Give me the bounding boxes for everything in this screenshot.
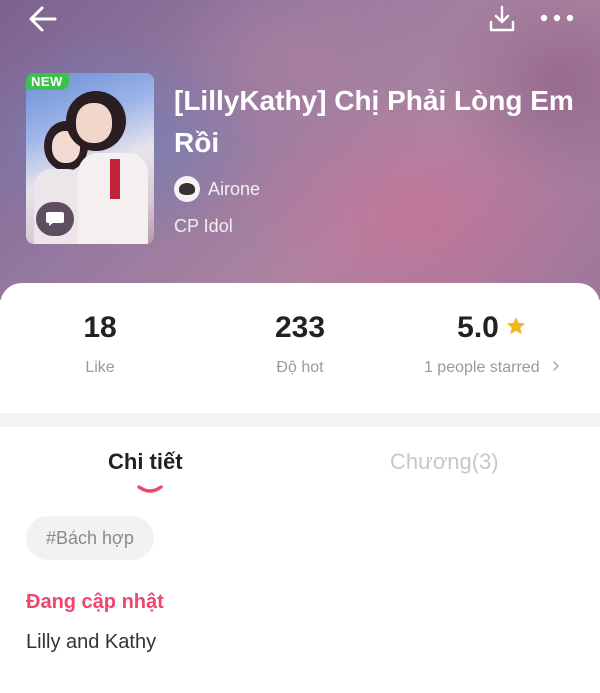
tab-details[interactable]: Chi tiết bbox=[108, 449, 183, 475]
hot-label: Độ hot bbox=[276, 359, 324, 376]
rating-label: 1 people starred bbox=[423, 359, 540, 377]
rating-value: 5.0 bbox=[457, 311, 499, 344]
stats-card: 18 Like 233 Độ hot 5.0 1 people starred bbox=[0, 283, 600, 413]
new-badge: NEW bbox=[26, 73, 69, 90]
section-divider bbox=[0, 413, 600, 427]
genre-tag[interactable]: #Bách hợp bbox=[26, 516, 154, 560]
active-tab-indicator bbox=[136, 481, 164, 499]
download-icon[interactable] bbox=[488, 4, 516, 34]
back-arrow-icon[interactable] bbox=[28, 5, 58, 33]
star-icon bbox=[505, 311, 527, 345]
tab-chapters[interactable]: Chương(3) bbox=[390, 449, 499, 475]
update-status: Đang cập nhật bbox=[26, 591, 164, 613]
likes-label: Like bbox=[85, 359, 115, 376]
chevron-right-icon bbox=[552, 359, 560, 377]
hot-count: 233 bbox=[274, 311, 326, 344]
author-avatar bbox=[174, 176, 200, 202]
more-icon[interactable] bbox=[538, 8, 576, 28]
tab-bar: Chi tiết Chương(3) bbox=[0, 427, 600, 497]
likes-count: 18 bbox=[83, 311, 117, 344]
author-name: Airone bbox=[208, 178, 261, 199]
book-category[interactable]: CP Idol bbox=[174, 216, 233, 237]
comment-icon[interactable] bbox=[36, 202, 74, 236]
top-bar bbox=[0, 0, 600, 40]
author-link[interactable]: Airone bbox=[174, 176, 260, 202]
book-description: Lilly and Kathy bbox=[26, 631, 157, 653]
book-title: [LillyKathy] Chị Phải Lòng Em Rồi bbox=[174, 85, 574, 158]
